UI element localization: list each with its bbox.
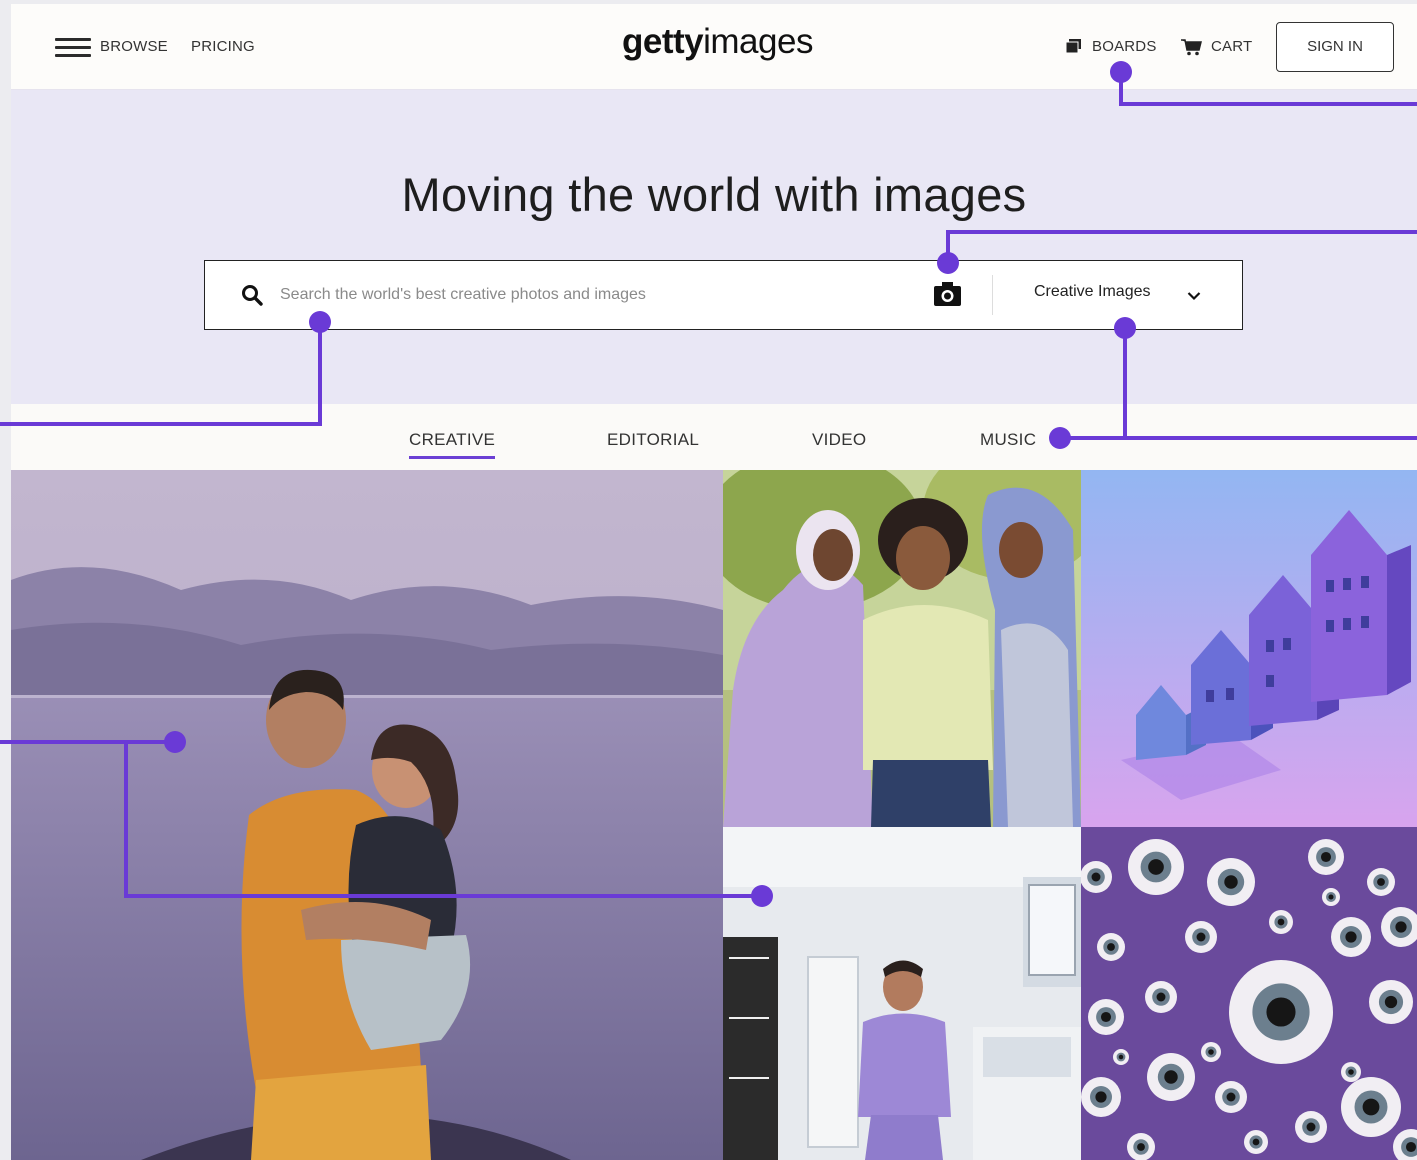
getty-homepage: BROWSE PRICING gettyimages BOARDS CART S…: [11, 4, 1417, 1160]
content-type-tabs: CREATIVE EDITORIAL VIDEO MUSIC: [11, 404, 1417, 470]
cart-link[interactable]: CART: [1211, 38, 1252, 55]
pricing-link[interactable]: PRICING: [191, 38, 255, 55]
getty-images-logo[interactable]: gettyimages: [622, 22, 813, 62]
chevron-down-icon[interactable]: [1187, 288, 1201, 301]
search-bar: Creative Images: [204, 260, 1243, 330]
search-category-dropdown[interactable]: Creative Images: [1034, 283, 1151, 301]
tab-music[interactable]: MUSIC: [980, 430, 1036, 450]
boards-icon[interactable]: [1065, 39, 1081, 54]
search-divider: [992, 275, 993, 315]
photo-doctor-hospital[interactable]: [723, 827, 1081, 1160]
search-icon[interactable]: [241, 284, 263, 306]
tab-video[interactable]: VIDEO: [812, 430, 866, 450]
cart-icon[interactable]: [1181, 38, 1203, 56]
photo-growing-houses[interactable]: [1081, 470, 1417, 827]
photo-three-women[interactable]: [723, 470, 1081, 827]
browse-link[interactable]: BROWSE: [100, 38, 168, 55]
search-input[interactable]: [280, 280, 880, 310]
hamburger-menu-icon[interactable]: [55, 36, 91, 60]
photo-eyeballs-pattern[interactable]: [1081, 827, 1417, 1160]
hero-photo-father-daughter-lake[interactable]: [11, 470, 723, 1160]
tab-editorial[interactable]: EDITORIAL: [607, 430, 699, 450]
boards-link[interactable]: BOARDS: [1092, 38, 1157, 55]
hero-title: Moving the world with images: [401, 168, 1027, 221]
sign-in-button[interactable]: SIGN IN: [1276, 22, 1394, 72]
site-header: BROWSE PRICING gettyimages BOARDS CART S…: [11, 4, 1417, 90]
camera-icon[interactable]: [933, 281, 962, 307]
tab-creative[interactable]: CREATIVE: [409, 430, 496, 459]
